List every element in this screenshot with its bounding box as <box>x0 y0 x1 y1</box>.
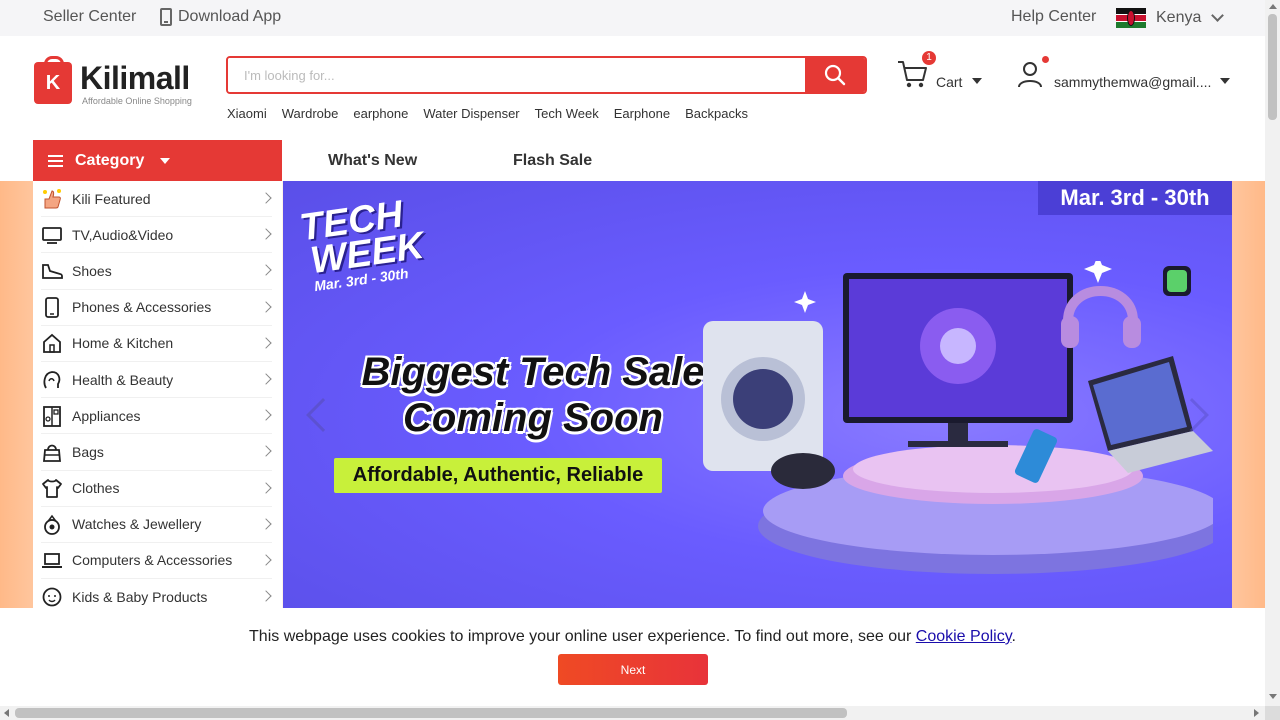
banner-date-tag: Mar. 3rd - 30th <box>1038 181 1232 215</box>
baby-icon <box>41 586 63 608</box>
list-icon <box>48 154 63 167</box>
horizontal-scrollbar[interactable] <box>0 706 1265 720</box>
chevron-right-icon <box>260 590 272 602</box>
category-item-tv-audio-video[interactable]: TV,Audio&Video <box>41 217 272 254</box>
home-icon <box>41 332 63 354</box>
nav-flash-sale[interactable]: Flash Sale <box>513 152 592 170</box>
chevron-right-icon <box>260 518 272 530</box>
caret-down-icon <box>972 78 982 84</box>
category-item-watches-jewellery[interactable]: Watches & Jewellery <box>41 507 272 543</box>
account-menu[interactable]: sammythemwa@gmail.... <box>1016 56 1236 96</box>
fridge-icon <box>41 405 63 427</box>
scroll-down-arrow-icon[interactable] <box>1269 694 1277 699</box>
category-menu-button[interactable]: Category <box>33 140 282 181</box>
category-item-bags[interactable]: Bags <box>41 434 272 471</box>
download-app-link[interactable]: Download App <box>160 8 281 26</box>
hot-word-link[interactable]: Water Dispenser <box>423 106 519 121</box>
category-item-clothes[interactable]: Clothes <box>41 471 272 507</box>
ring-icon <box>41 513 63 536</box>
search-icon <box>824 64 846 86</box>
top-bar: Seller Center Download App Help Center K… <box>0 0 1265 36</box>
category-item-kili-featured[interactable]: Kili Featured <box>41 181 272 218</box>
scrollbar-corner <box>1265 706 1280 720</box>
chevron-down-icon <box>1211 9 1225 22</box>
chevron-right-icon <box>260 409 272 421</box>
kilimall-logo[interactable]: K Kilimall Affordable Online Shopping <box>34 56 204 108</box>
vertical-scrollbar[interactable] <box>1265 0 1280 706</box>
hot-word-link[interactable]: Tech Week <box>535 106 599 121</box>
notification-dot <box>1042 56 1049 63</box>
caret-down-icon <box>160 157 171 164</box>
category-sidebar: Kili Featured TV,Audio&Video Shoes Phone… <box>33 181 282 608</box>
nav-whats-new[interactable]: What's New <box>328 152 417 170</box>
chevron-right-icon <box>260 192 272 204</box>
chevron-right-icon <box>260 228 272 240</box>
chevron-right-icon <box>260 300 272 313</box>
help-center-link[interactable]: Help Center <box>1011 8 1096 26</box>
face-icon <box>41 369 63 391</box>
hero-banner[interactable]: Mar. 3rd - 30th TECH WEEK Mar. 3rd - 30t… <box>283 181 1232 608</box>
chevron-right-icon <box>260 481 272 494</box>
hot-search-words: Xiaomi Wardrobe earphone Water Dispenser… <box>227 106 748 121</box>
hot-word-link[interactable]: Xiaomi <box>227 106 267 121</box>
vertical-scroll-thumb[interactable] <box>1268 14 1277 120</box>
cookie-next-button[interactable]: Next <box>558 654 708 685</box>
hot-word-link[interactable]: Wardrobe <box>282 106 339 121</box>
shirt-icon <box>41 477 63 499</box>
category-item-appliances[interactable]: Appliances <box>41 398 272 435</box>
scroll-right-arrow-icon[interactable] <box>1254 709 1259 717</box>
cookie-message: This webpage uses cookies to improve you… <box>249 628 1016 645</box>
phone-icon <box>41 296 63 319</box>
category-item-health-beauty[interactable]: Health & Beauty <box>41 362 272 399</box>
category-item-shoes[interactable]: Shoes <box>41 253 272 290</box>
bag-icon <box>41 441 63 463</box>
cookie-policy-link[interactable]: Cookie Policy <box>916 628 1012 645</box>
chevron-right-icon <box>260 445 272 457</box>
cart-count-badge: 1 <box>922 51 936 65</box>
seller-center-link[interactable]: Seller Center <box>43 8 136 26</box>
search-input[interactable] <box>228 58 806 92</box>
search-button[interactable] <box>805 58 865 92</box>
kenya-flag-icon <box>1116 8 1146 28</box>
banner-subline: Affordable, Authentic, Reliable <box>334 458 662 493</box>
category-item-computers[interactable]: Computers & Accessories <box>41 543 272 580</box>
cart-button[interactable]: 1 Cart <box>896 51 986 96</box>
phone-icon <box>160 8 172 26</box>
country-selector[interactable]: Kenya <box>1116 8 1225 28</box>
hot-word-link[interactable]: Earphone <box>614 106 670 121</box>
tech-week-logo: TECH WEEK Mar. 3rd - 30th <box>297 193 427 295</box>
thumbs-up-icon <box>41 188 63 210</box>
tech-products-illustration <box>703 261 1213 574</box>
search-bar <box>226 56 867 94</box>
cookie-consent-bar: This webpage uses cookies to improve you… <box>0 608 1265 706</box>
chevron-right-icon <box>260 554 272 566</box>
horizontal-scroll-thumb[interactable] <box>15 708 847 718</box>
shoe-icon <box>41 260 63 282</box>
category-item-kids-baby[interactable]: Kids & Baby Products <box>41 579 272 608</box>
hot-word-link[interactable]: earphone <box>353 106 408 121</box>
scroll-left-arrow-icon[interactable] <box>4 709 9 717</box>
logo-bag-icon: K <box>34 56 72 104</box>
chevron-right-icon <box>260 264 272 277</box>
chevron-right-icon <box>260 373 272 385</box>
caret-down-icon <box>1220 78 1230 84</box>
category-item-home-kitchen[interactable]: Home & Kitchen <box>41 326 272 362</box>
tv-icon <box>41 224 63 246</box>
laptop-icon <box>41 549 63 571</box>
banner-headline: Biggest Tech Sale Coming Soon <box>361 350 705 440</box>
chevron-right-icon <box>260 337 272 349</box>
category-item-phones[interactable]: Phones & Accessories <box>41 290 272 326</box>
hot-word-link[interactable]: Backpacks <box>685 106 748 121</box>
scroll-up-arrow-icon[interactable] <box>1269 4 1277 9</box>
user-icon <box>1018 62 1042 88</box>
